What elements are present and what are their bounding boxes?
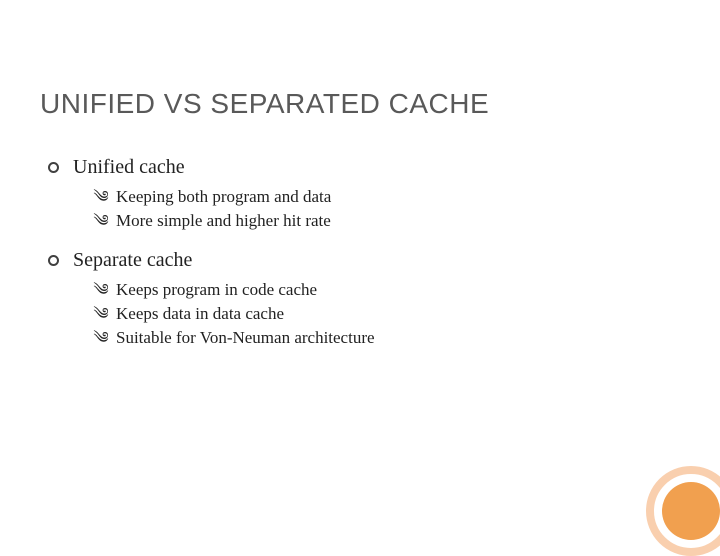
spacer xyxy=(40,235,680,249)
list-item-level2: ༄ Keeping both program and data xyxy=(92,187,680,209)
bullet-text: Keeps data in data cache xyxy=(116,304,284,324)
decorative-corner-circle xyxy=(646,466,720,556)
dot-icon xyxy=(662,482,720,540)
section-heading: Separate cache xyxy=(73,249,192,272)
ring-bullet-icon xyxy=(48,162,59,173)
list-item-level2: ༄ Suitable for Von-Neuman architecture xyxy=(92,328,680,350)
bullet-text: More simple and higher hit rate xyxy=(116,211,331,231)
ring-bullet-icon xyxy=(48,255,59,266)
swirl-bullet-icon: ༄ xyxy=(92,211,110,233)
page-title: UNIFIED VS SEPARATED CACHE xyxy=(40,88,680,120)
swirl-bullet-icon: ༄ xyxy=(92,280,110,302)
section-heading: Unified cache xyxy=(73,156,185,179)
swirl-bullet-icon: ༄ xyxy=(92,328,110,350)
bullet-text: Keeping both program and data xyxy=(116,187,331,207)
bullet-text: Suitable for Von-Neuman architecture xyxy=(116,328,375,348)
list-item-level2: ༄ More simple and higher hit rate xyxy=(92,211,680,233)
list-item-level2: ༄ Keeps program in code cache xyxy=(92,280,680,302)
list-item-level1: Separate cache xyxy=(48,249,680,272)
list-item-level2: ༄ Keeps data in data cache xyxy=(92,304,680,326)
list-item-level1: Unified cache xyxy=(48,156,680,179)
swirl-bullet-icon: ༄ xyxy=(92,304,110,326)
slide: UNIFIED VS SEPARATED CACHE Unified cache… xyxy=(0,0,720,540)
bullet-text: Keeps program in code cache xyxy=(116,280,317,300)
swirl-bullet-icon: ༄ xyxy=(92,187,110,209)
